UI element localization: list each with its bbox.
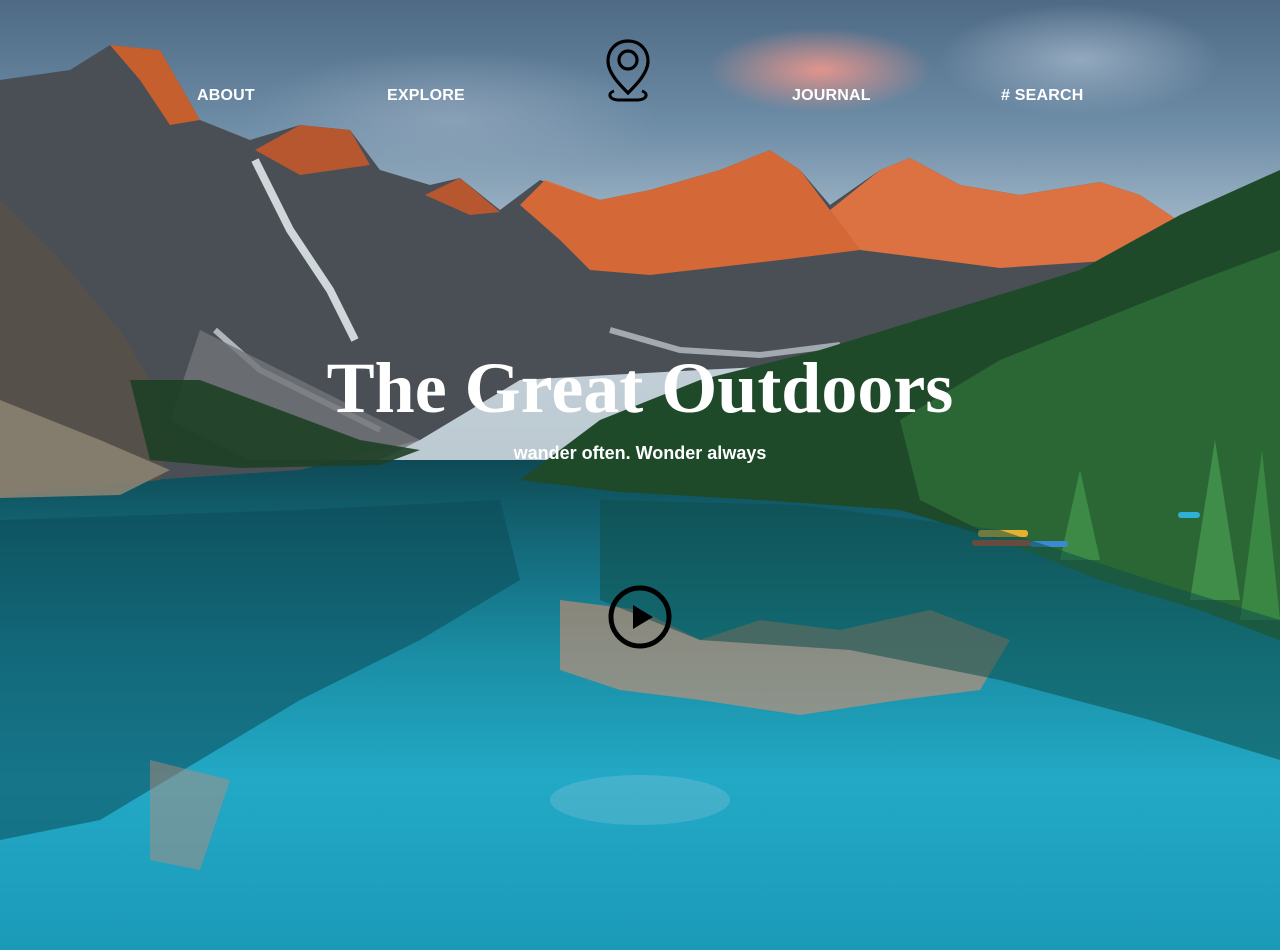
hero-section	[0, 0, 1280, 950]
play-circle-icon	[608, 585, 672, 649]
hero-subtitle: wander often. Wonder always	[513, 443, 767, 463]
play-button[interactable]	[607, 584, 673, 650]
nav-item-about[interactable]: ABOUT	[197, 87, 255, 105]
nav-item-search[interactable]: # SEARCH	[1001, 87, 1084, 105]
nav-item-explore[interactable]: EXPLORE	[387, 87, 465, 105]
nav-item-journal[interactable]: JOURNAL	[792, 87, 871, 105]
map-pin-icon[interactable]	[604, 37, 652, 103]
hero-title: The Great Outdoors	[326, 348, 954, 428]
mountain-lake-image	[0, 45, 1280, 870]
